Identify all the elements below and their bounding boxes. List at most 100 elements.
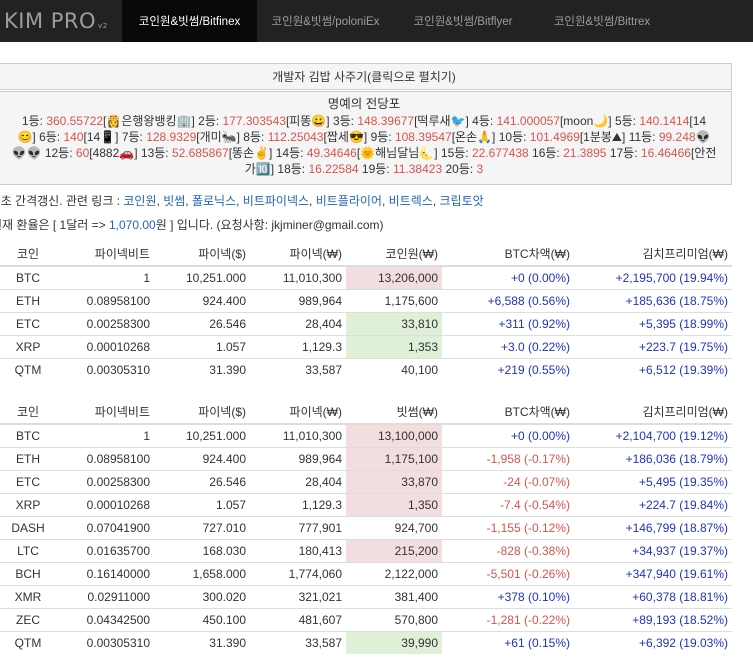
ratio-cell: 1 [59, 423, 154, 447]
rank-score: 360.55722 [46, 114, 104, 128]
local-price-cell: 1,175,100 [346, 446, 442, 470]
refresh-text: 초 간격갱신. 관련 링크 : [0, 194, 124, 208]
table-row: ETH 0.08958100 924.400 989,964 1,175,600 +6,5… [0, 288, 732, 312]
btc-diff-cell: +61 (0.15%) [442, 630, 574, 654]
usd-price-cell: 31.390 [154, 630, 250, 654]
krw-price-cell: 33,587 [250, 630, 346, 654]
brand-name: KIM PRO [4, 9, 97, 33]
local-price-cell: 1,175,600 [346, 288, 442, 312]
col-usd[interactable]: 파이넥($) [154, 399, 250, 425]
rank-text: [온손🙏] [451, 130, 499, 144]
krw-price-cell: 989,964 [250, 446, 346, 470]
usd-price-cell: 727.010 [154, 515, 250, 539]
donate-banner[interactable]: 개발자 김밥 사주기(클릭으로 펼치기) [0, 63, 732, 90]
rank-text: [🌞해님달님🌜] [356, 146, 441, 160]
col-btc-diff[interactable]: BTC차액(₩) [442, 241, 574, 267]
brand-version: v2 [98, 22, 108, 30]
rank-text: 13등: [140, 146, 172, 160]
btc-diff-cell: -828 (-0.38%) [442, 538, 574, 562]
link-separator: , [309, 194, 316, 208]
rank-text: 11등: [628, 130, 659, 144]
table-header-row: 코인 파이넥비트 파이넥($) 파이넥(₩) 빗썸(₩) BTC차액(₩) 김치… [0, 399, 732, 425]
rank-score: 148.39677 [357, 114, 415, 128]
link-separator: , [185, 194, 192, 208]
col-krw[interactable]: 파이넥(₩) [250, 399, 346, 425]
bithumb-table-body: BTC 1 10,251.000 11,010,300 13,100,000 +0 (0.… [0, 423, 732, 654]
btc-diff-cell: +219 (0.55%) [442, 357, 574, 381]
kimchi-premium-cell: +186,036 (18.79%) [574, 446, 732, 470]
col-coin[interactable]: 코인 [0, 241, 59, 267]
related-link[interactable]: 코인원 [123, 194, 156, 208]
rank-score: 140.1414 [639, 114, 690, 128]
col-ratio[interactable]: 파이넥비트 [59, 241, 154, 267]
col-btc-diff[interactable]: BTC차액(₩) [442, 399, 574, 425]
refresh-info: 3초 간격갱신. 관련 링크 : 코인원, 빗썸, 폴로닉스, 비트파이넥스, … [0, 192, 484, 209]
rank-text: 15등: [440, 146, 472, 160]
related-link[interactable]: 비트파이넥스 [243, 194, 309, 208]
rank-score: 177.303543 [222, 114, 286, 128]
rank-score: 49.34646 [306, 146, 357, 160]
nav-tab-bitflyer[interactable]: 코인원&빗썸/Bitflyer [394, 0, 532, 42]
local-price-cell: 13,100,000 [346, 423, 442, 447]
brand-logo[interactable]: KIM PRO v2 [0, 0, 122, 42]
rank-score: 140 [63, 130, 84, 144]
kimchi-premium-cell: +5,495 (19.35%) [574, 469, 732, 493]
coin-cell: BCH [0, 561, 59, 585]
local-price-cell: 39,990 [346, 630, 442, 654]
ratio-cell: 0.00010268 [59, 492, 154, 516]
btc-diff-cell: +311 (0.92%) [442, 311, 574, 335]
table-row: BTC 1 10,251.000 11,010,300 13,206,000 +0 (0.… [0, 265, 732, 289]
usd-price-cell: 1,658.000 [154, 561, 250, 585]
rank-text: [짭세😎] [323, 130, 371, 144]
col-kimchi[interactable]: 김치프리미엄(₩) [574, 241, 732, 267]
kimchi-premium-cell: +2,195,700 (19.94%) [574, 265, 732, 289]
exchange-rate-info: 현재 환율은 [ 1달러 => 1,070.00원 ] 입니다. (요청사항: … [0, 216, 384, 233]
kimchi-premium-cell: +146,799 (18.87%) [574, 515, 732, 539]
related-link[interactable]: 크립토앗 [439, 194, 483, 208]
btc-diff-cell: +0 (0.00%) [442, 265, 574, 289]
ratio-cell: 0.16140000 [59, 561, 154, 585]
nav-tab-poloniex[interactable]: 코인원&빗썸/poloniEx [257, 0, 394, 42]
related-link[interactable]: 빗썸 [163, 194, 185, 208]
rank-text: 20등: [445, 162, 477, 176]
coinone-table-body: BTC 1 10,251.000 11,010,300 13,206,000 +0 (0.… [0, 265, 732, 381]
local-price-cell: 33,870 [346, 469, 442, 493]
rank-score: 112.25043 [267, 130, 324, 144]
btc-diff-cell: -1,281 (-0.22%) [442, 607, 574, 631]
col-kimchi[interactable]: 김치프리미엄(₩) [574, 399, 732, 425]
rank-text: [1분봉⛰] [579, 130, 629, 144]
krw-price-cell: 33,587 [250, 357, 346, 381]
related-link[interactable]: 폴로닉스 [192, 194, 236, 208]
local-price-cell: 2,122,000 [346, 561, 442, 585]
rank-score: 141.000057 [496, 114, 560, 128]
col-usd[interactable]: 파이넥($) [154, 241, 250, 267]
local-price-cell: 215,200 [346, 538, 442, 562]
related-link[interactable]: 비트렉스 [389, 194, 433, 208]
nav-tab-bittrex[interactable]: 코인원&빗썸/Bittrex [532, 0, 672, 42]
table-row: BCH 0.16140000 1,658.000 1,774,060 2,122,000… [0, 561, 732, 585]
coin-cell: ETC [0, 469, 59, 493]
coin-cell: XMR [0, 584, 59, 608]
col-krw[interactable]: 파이넥(₩) [250, 241, 346, 267]
ratio-cell: 0.04342500 [59, 607, 154, 631]
rank-text: 👽 [695, 130, 711, 144]
local-price-cell: 924,700 [346, 515, 442, 539]
ratio-cell: 0.07041900 [59, 515, 154, 539]
col-local[interactable]: 코인원(₩) [346, 241, 442, 267]
coin-cell: BTC [0, 423, 59, 447]
rate-value: 1,070.00 [108, 218, 156, 232]
rate-suffix: 원 ] 입니다. (요청사항: jkjminer@gmail.com) [155, 218, 384, 232]
rank-score: 11.38423 [392, 162, 443, 176]
usd-price-cell: 26.546 [154, 311, 250, 335]
col-local[interactable]: 빗썸(₩) [346, 399, 442, 425]
rate-prefix: 현재 환율은 [ 1달러 => [0, 218, 109, 232]
krw-price-cell: 777,901 [250, 515, 346, 539]
col-coin[interactable]: 코인 [0, 399, 59, 425]
nav-tab-bitfinex[interactable]: 코인원&빗썸/Bitfinex [122, 0, 257, 42]
btc-diff-cell: -24 (-0.07%) [442, 469, 574, 493]
table-row: XRP 0.00010268 1.057 1,129.3 1,350 -7.4 (-0.5… [0, 492, 732, 516]
kimchi-premium-cell: +6,392 (19.03%) [574, 630, 732, 654]
col-ratio[interactable]: 파이넥비트 [59, 399, 154, 425]
related-link[interactable]: 비트플라이어 [316, 194, 382, 208]
usd-price-cell: 1.057 [154, 334, 250, 358]
